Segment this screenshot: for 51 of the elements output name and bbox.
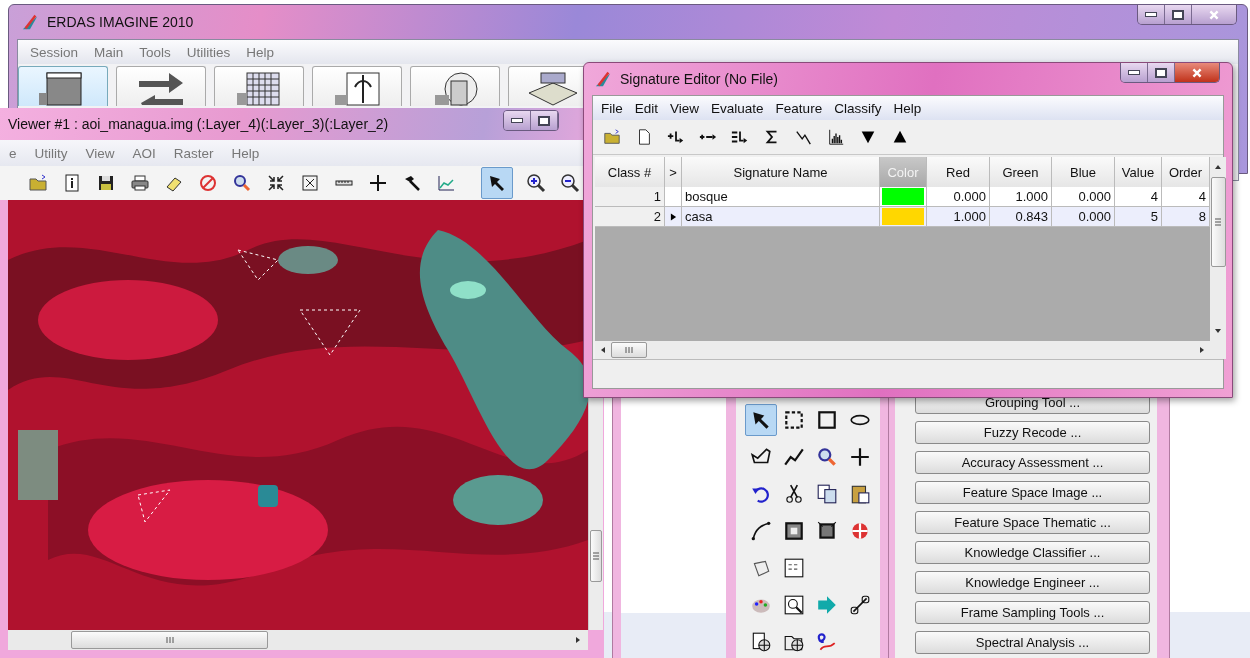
menu-item[interactable]: File xyxy=(595,100,629,116)
menu-item[interactable]: Utilities xyxy=(180,44,237,60)
menu-item[interactable]: e xyxy=(2,145,24,161)
table-cell: 1.000 xyxy=(990,187,1052,206)
menu-item[interactable]: Classify xyxy=(828,100,888,116)
classification-button[interactable]: Spectral Analysis ... xyxy=(915,631,1150,654)
menu-item[interactable]: AOI xyxy=(125,145,163,161)
menu-item[interactable]: Session xyxy=(24,44,85,60)
column-header[interactable]: > xyxy=(665,157,682,187)
classification-button[interactable]: Feature Space Thematic ... xyxy=(915,511,1150,534)
column-header[interactable]: Value xyxy=(1115,157,1162,187)
menu-item[interactable]: Tools xyxy=(133,44,177,60)
table-cell: 1.000 xyxy=(927,207,990,226)
column-header[interactable]: Red xyxy=(927,157,990,187)
classification-button[interactable]: Knowledge Engineer ... xyxy=(915,571,1150,594)
menu-item[interactable]: Edit xyxy=(628,100,665,116)
table-row[interactable]: 1 bosque 0.000 1.000 0.000 4 4 xyxy=(595,187,1210,207)
menu-item[interactable]: Help xyxy=(224,145,267,161)
classification-button[interactable]: Fuzzy Recode ... xyxy=(915,421,1150,444)
menu-item[interactable]: View xyxy=(78,145,122,161)
menu-item[interactable]: Evaluate xyxy=(705,100,770,116)
column-header[interactable]: Class # xyxy=(595,157,665,187)
table-cell: 0.000 xyxy=(1052,207,1115,226)
table-cell: 1 xyxy=(595,187,665,206)
menu-item[interactable]: Raster xyxy=(166,145,221,161)
column-header[interactable]: Order xyxy=(1162,157,1210,187)
classification-button[interactable]: Frame Sampling Tools ... xyxy=(915,601,1150,624)
table-cell: 0.843 xyxy=(990,207,1052,226)
window-title: Viewer #1 : aoi_managua.img (:Layer_4)(:Layer_3)(:Layer_2) xyxy=(8,116,389,132)
table-cell: 0.000 xyxy=(927,187,990,206)
table-cell: 4 xyxy=(1115,187,1162,206)
menu-item[interactable]: Feature xyxy=(769,100,829,116)
menu-item[interactable]: Help xyxy=(887,100,928,116)
classification-button[interactable]: Feature Space Image ... xyxy=(915,481,1150,504)
classification-button[interactable]: Accuracy Assessment ... xyxy=(915,451,1150,474)
table-cell: 5 xyxy=(1115,207,1162,226)
column-header[interactable]: Signature Name xyxy=(682,157,880,187)
window-title: ERDAS IMAGINE 2010 xyxy=(47,14,194,30)
table-cell: bosque xyxy=(682,187,880,206)
table-cell: 2 xyxy=(595,207,665,226)
menu-item[interactable]: Help xyxy=(240,44,281,60)
menu-item[interactable]: View xyxy=(664,100,706,116)
window-title: Signature Editor (No File) xyxy=(620,71,778,87)
menu-item[interactable]: Utility xyxy=(27,145,75,161)
column-header[interactable]: Blue xyxy=(1052,157,1115,187)
menu-item[interactable]: Main xyxy=(88,44,130,60)
classification-button[interactable]: Knowledge Classifier ... xyxy=(915,541,1150,564)
table-cell: 0.000 xyxy=(1052,187,1115,206)
table-row[interactable]: 2 casa 1.000 0.843 0.000 5 8 xyxy=(595,207,1210,227)
table-cell: casa xyxy=(682,207,880,226)
column-header[interactable]: Green xyxy=(990,157,1052,187)
